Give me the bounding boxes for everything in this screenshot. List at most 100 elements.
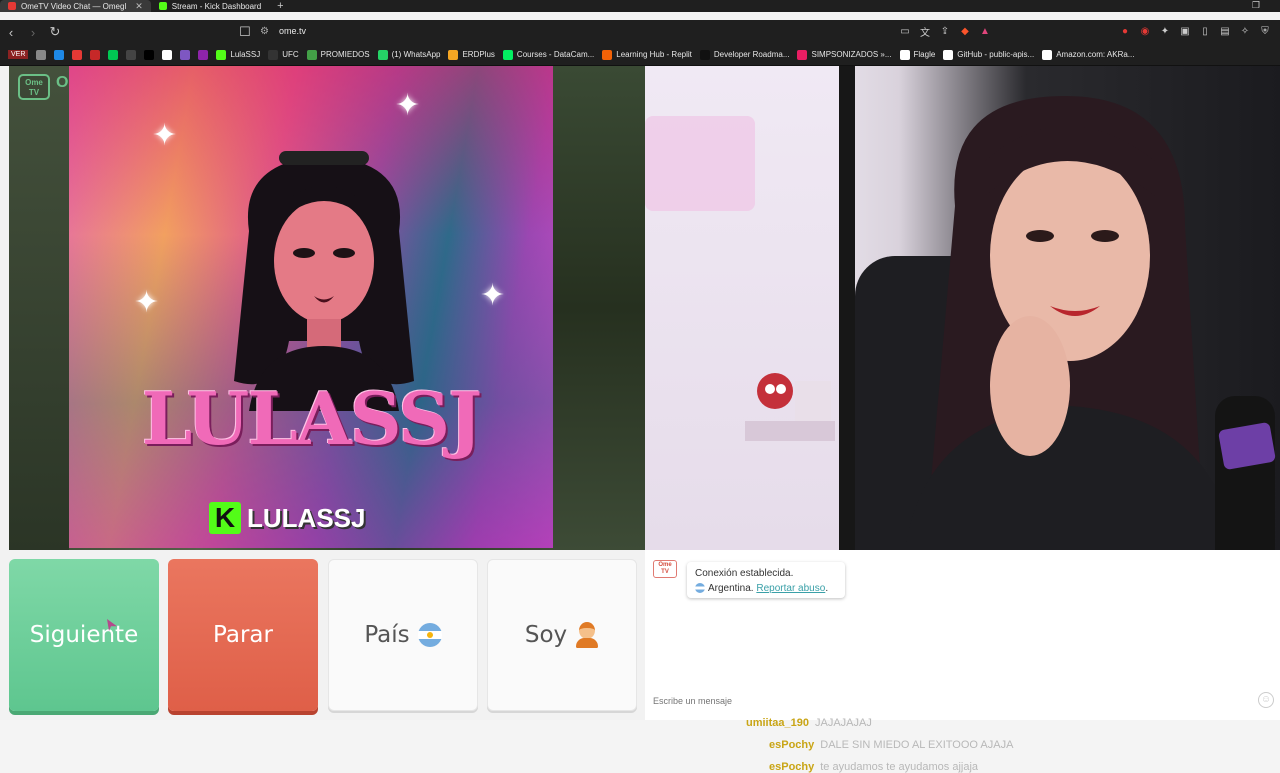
gender-button[interactable]: Soy xyxy=(487,559,637,711)
bookmark-favicon-icon xyxy=(1042,49,1053,60)
chat-username[interactable]: esPochy xyxy=(769,739,814,751)
bookmark-favicon-icon xyxy=(216,49,227,60)
partner-country: Argentina. xyxy=(708,583,754,594)
local-video: Ome TV O ✦ ✦ ✦ ✦ LULASSJ K LULASSJ xyxy=(9,66,645,550)
sidebar-icon[interactable]: ▯ xyxy=(1198,24,1212,38)
new-tab-button[interactable]: + xyxy=(269,0,291,12)
bookmark-favicon-icon xyxy=(180,49,191,60)
chat-username[interactable]: esPochy xyxy=(769,761,814,773)
chat-logo-line1: Ome xyxy=(658,562,672,568)
next-button[interactable]: Siguiente xyxy=(9,559,159,711)
sparkle-star-icon: ✦ xyxy=(480,279,506,312)
brave-shield-icon[interactable]: ◆ xyxy=(958,24,972,38)
report-abuse-link[interactable]: Reportar abuso xyxy=(756,583,825,594)
bookmark-item[interactable] xyxy=(108,49,119,60)
cast-icon[interactable]: ▭ xyxy=(898,24,912,38)
bookmark-item[interactable]: Courses - DataCam... xyxy=(502,49,594,60)
address-bar[interactable]: ⚙ ome.tv xyxy=(260,22,870,40)
chat-message: esPochy te ayudamos te ayudamos ajjaja xyxy=(769,761,978,773)
chat-panel: Ome TV Conexión establecida. Argentina. … xyxy=(645,550,1280,773)
bookmark-star-icon[interactable]: ☐ xyxy=(234,21,256,43)
logo-text-line1: Ome xyxy=(25,78,43,87)
wallet-icon[interactable]: ▤ xyxy=(1218,24,1232,38)
chat-message: esPochy DALE SIN MIEDO AL EXITOOO AJAJA xyxy=(769,739,1013,751)
woman-emoji-icon xyxy=(575,622,599,648)
chat-text: DALE SIN MIEDO AL EXITOOO AJAJA xyxy=(820,739,1014,751)
stream-overlay-poster: ✦ ✦ ✦ ✦ LULASSJ K LULASSJ xyxy=(69,66,553,548)
argentina-flag-icon xyxy=(417,623,442,647)
kick-channel-name: LULASSJ xyxy=(247,502,366,533)
kick-logo-icon: K xyxy=(209,502,241,534)
bookmark-label: Developer Roadma... xyxy=(713,50,790,59)
share-icon[interactable]: ⇪ xyxy=(938,24,952,38)
emoji-icon[interactable]: ☺ xyxy=(1258,692,1274,708)
poster-title: LULASSJ xyxy=(141,376,482,461)
tab-title: Stream - Kick Dashboard xyxy=(171,1,262,11)
logo-text-extra: O xyxy=(56,74,69,91)
bookmark-item[interactable] xyxy=(54,49,65,60)
bookmark-item[interactable]: SIMPSONIZADOS »... xyxy=(797,49,892,60)
gender-button-label: Soy xyxy=(524,622,568,648)
extension-red-icon[interactable]: ● xyxy=(1118,24,1132,38)
ometv-logo: Ome TV O xyxy=(18,74,68,100)
forward-icon[interactable]: › xyxy=(22,21,44,43)
bookmark-item[interactable]: Learning Hub - Replit xyxy=(602,49,692,60)
country-filter-button[interactable]: País xyxy=(328,559,478,711)
bookmark-item[interactable] xyxy=(72,49,83,60)
chat-username[interactable]: umiitaa_190 xyxy=(746,717,809,729)
extension-box-icon[interactable]: ▣ xyxy=(1178,24,1192,38)
back-icon[interactable]: ‹ xyxy=(0,21,22,43)
bookmark-item[interactable]: Amazon.com: AKRa... xyxy=(1042,49,1134,60)
bookmark-favicon-icon xyxy=(797,49,808,60)
microphone xyxy=(1215,396,1275,550)
bookmark-item[interactable]: (1) WhatsApp xyxy=(377,49,441,60)
bookmark-label: PROMIEDOS xyxy=(320,50,370,59)
tab-kick-dashboard[interactable]: Stream - Kick Dashboard xyxy=(151,0,269,12)
bookmark-favicon-icon xyxy=(377,49,388,60)
bookmark-item[interactable] xyxy=(90,49,101,60)
tab-strip: OmeTV Video Chat — Omegl ✕ Stream - Kick… xyxy=(0,0,1280,12)
bookmark-item[interactable]: Flagle xyxy=(899,49,935,60)
bookmarks-bar: VER LulaSSJ UFC PROMIEDOS (1) WhatsApp ERDPlu… xyxy=(0,44,1280,66)
leo-ai-icon[interactable]: ✧ xyxy=(1238,24,1252,38)
bookmark-item[interactable] xyxy=(180,49,191,60)
bookmark-item[interactable]: LulaSSJ xyxy=(216,49,261,60)
bookmark-item[interactable]: ERDPlus xyxy=(448,49,495,60)
translate-icon[interactable]: 文 xyxy=(918,24,932,39)
bookmark-item[interactable] xyxy=(198,49,209,60)
argentina-flag-icon xyxy=(695,583,705,594)
site-settings-icon[interactable]: ⚙ xyxy=(260,26,269,37)
vpn-icon[interactable]: ⛨ xyxy=(1258,24,1272,38)
bookmark-item[interactable]: UFC xyxy=(268,49,299,60)
chat-message-input[interactable] xyxy=(653,693,1213,709)
bookmark-favicon-icon xyxy=(943,49,954,60)
bookmark-item[interactable] xyxy=(126,49,137,60)
bookmark-favicon-icon xyxy=(306,49,317,60)
bookmark-item[interactable]: Developer Roadma... xyxy=(699,49,790,60)
brave-rewards-icon[interactable]: ▲ xyxy=(978,24,992,38)
bookmark-item[interactable] xyxy=(144,49,155,60)
partner-country-line: Argentina. Reportar abuso. xyxy=(695,581,837,596)
stop-button-label: Parar xyxy=(213,622,273,648)
restore-window-icon[interactable]: ❐ xyxy=(1252,0,1260,11)
stop-button[interactable]: Parar xyxy=(168,559,318,711)
system-message: Conexión establecida. Argentina. Reporta… xyxy=(687,562,845,598)
bookmark-label: (1) WhatsApp xyxy=(391,50,441,59)
bookmark-item[interactable] xyxy=(162,49,173,60)
chat-logo-line2: TV xyxy=(661,569,669,575)
bookmark-item[interactable]: VER xyxy=(8,50,29,59)
bookmark-item[interactable]: GitHub - public-apis... xyxy=(943,49,1034,60)
tab-ometv[interactable]: OmeTV Video Chat — Omegl ✕ xyxy=(0,0,151,12)
bookmark-label: Learning Hub - Replit xyxy=(616,50,692,59)
sparkle-star-icon: ✦ xyxy=(395,89,421,122)
background-blur-left xyxy=(9,66,69,550)
bookmark-item[interactable] xyxy=(36,49,47,60)
kick-favicon-icon xyxy=(158,2,167,10)
bookmark-favicon-icon xyxy=(448,49,459,60)
bookmark-item[interactable]: PROMIEDOS xyxy=(306,49,370,60)
close-tab-icon[interactable]: ✕ xyxy=(135,1,143,12)
extension-pink-icon[interactable]: ◉ xyxy=(1138,24,1152,38)
reload-icon[interactable]: ↻ xyxy=(44,21,66,43)
bookmark-label: LulaSSJ xyxy=(230,50,261,59)
extensions-puzzle-icon[interactable]: ✦ xyxy=(1158,24,1172,38)
